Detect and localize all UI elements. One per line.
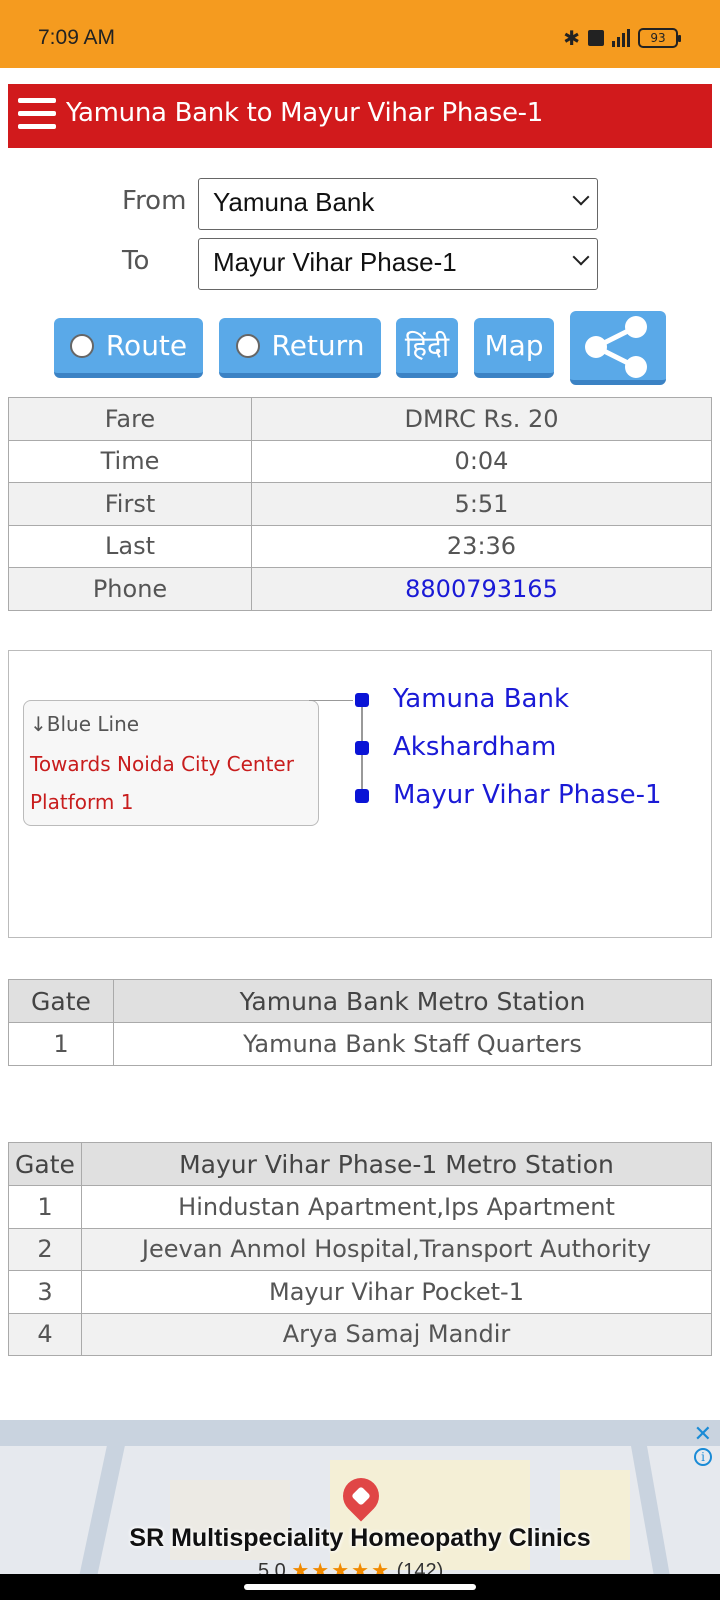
map-button-label: Map xyxy=(484,329,544,362)
gate-number: 2 xyxy=(8,1227,82,1271)
star-rating-icon: ★★★★★ xyxy=(291,1560,392,1574)
destination-gates-table: Gate Mayur Vihar Phase-1 Metro Station 1… xyxy=(8,1142,712,1356)
hindi-button-label: हिंदी xyxy=(404,329,450,363)
system-nav-bar xyxy=(0,1574,720,1600)
home-gesture-handle[interactable] xyxy=(244,1584,476,1590)
ad-banner[interactable]: SR Multispeciality Homeopathy Clinics 5.… xyxy=(0,1420,720,1574)
fare-info-table: Fare DMRC Rs. 20 Time 0:04 First 5:51 La… xyxy=(8,397,712,611)
chevron-down-icon xyxy=(572,188,590,206)
table-header-row: Gate Yamuna Bank Metro Station xyxy=(8,979,712,1023)
map-button[interactable]: Map xyxy=(474,318,554,378)
stop-name[interactable]: Yamuna Bank xyxy=(393,684,569,714)
platform-label: Platform 1 xyxy=(30,790,134,814)
info-label: Time xyxy=(8,439,252,483)
app-bar: Yamuna Bank to Mayur Vihar Phase-1 xyxy=(8,84,712,148)
gate-number: 4 xyxy=(8,1312,82,1356)
return-radio[interactable] xyxy=(235,333,260,358)
station-column-header: Mayur Vihar Phase-1 Metro Station xyxy=(81,1142,712,1186)
close-icon[interactable]: ✕ xyxy=(694,1422,712,1447)
last-train-value: 23:36 xyxy=(251,524,712,568)
from-label: From xyxy=(122,186,187,216)
origin-gates-table: Gate Yamuna Bank Metro Station 1 Yamuna … xyxy=(8,979,712,1066)
status-icons: ✱ 93 xyxy=(563,26,681,50)
stop-marker xyxy=(355,693,369,707)
gate-column-header: Gate xyxy=(8,1142,82,1186)
from-station-value: Yamuna Bank xyxy=(213,187,375,217)
status-time: 7:09 AM xyxy=(38,26,116,49)
table-row: Phone 8800793165 xyxy=(8,567,712,611)
table-row: 3 Mayur Vihar Pocket-1 xyxy=(8,1270,712,1314)
gate-number: 1 xyxy=(8,1022,114,1066)
table-row: 2 Jeevan Anmol Hospital,Transport Author… xyxy=(8,1227,712,1271)
table-row: Last 23:36 xyxy=(8,524,712,568)
gate-number: 3 xyxy=(8,1270,82,1314)
ad-rating-value: 5.0 xyxy=(258,1560,286,1574)
info-icon[interactable]: i xyxy=(694,1448,712,1466)
connector-line xyxy=(309,700,353,701)
table-row: Time 0:04 xyxy=(8,439,712,483)
to-station-value: Mayur Vihar Phase-1 xyxy=(213,247,457,277)
route-button[interactable]: Route xyxy=(54,318,203,378)
gate-number: 1 xyxy=(8,1185,82,1229)
share-button[interactable] xyxy=(570,311,666,385)
stop-name[interactable]: Mayur Vihar Phase-1 xyxy=(393,780,662,810)
stop-name[interactable]: Akshardham xyxy=(393,732,556,762)
table-row: Fare DMRC Rs. 20 xyxy=(8,397,712,441)
gate-landmark: Arya Samaj Mandir xyxy=(81,1312,712,1356)
route-button-label: Route xyxy=(105,329,188,362)
first-train-value: 5:51 xyxy=(251,482,712,526)
table-row: First 5:51 xyxy=(8,482,712,526)
fare-value: DMRC Rs. 20 xyxy=(251,397,712,441)
ad-review-count: (142) xyxy=(396,1560,444,1574)
gate-landmark: Yamuna Bank Staff Quarters xyxy=(113,1022,712,1066)
time-value: 0:04 xyxy=(251,439,712,483)
info-label: Fare xyxy=(8,397,252,441)
route-panel: ↓Blue Line Towards Noida City Center Pla… xyxy=(8,650,712,938)
hindi-button[interactable]: हिंदी xyxy=(396,318,458,378)
ad-rating: 5.0 ★★★★★ (142) xyxy=(258,1558,443,1574)
status-bar: 7:09 AM ✱ 93 xyxy=(0,0,720,68)
table-header-row: Gate Mayur Vihar Phase-1 Metro Station xyxy=(8,1142,712,1186)
bluetooth-icon: ✱ xyxy=(563,26,580,50)
ad-title[interactable]: SR Multispeciality Homeopathy Clinics xyxy=(0,1524,720,1553)
station-column-header: Yamuna Bank Metro Station xyxy=(113,979,712,1023)
return-button-label: Return xyxy=(271,329,365,362)
hamburger-menu-icon[interactable] xyxy=(18,98,56,134)
gate-landmark: Mayur Vihar Pocket-1 xyxy=(81,1270,712,1314)
chevron-down-icon xyxy=(572,248,590,266)
battery-icon: 93 xyxy=(638,28,681,48)
page-title: Yamuna Bank to Mayur Vihar Phase-1 xyxy=(66,98,543,128)
route-radio[interactable] xyxy=(69,333,94,358)
table-row: 1 Yamuna Bank Staff Quarters xyxy=(8,1022,712,1066)
info-label: Last xyxy=(8,524,252,568)
info-label: First xyxy=(8,482,252,526)
volte-icon xyxy=(588,30,604,46)
stop-marker xyxy=(355,741,369,755)
line-info-box: ↓Blue Line Towards Noida City Center Pla… xyxy=(23,700,319,826)
gate-column-header: Gate xyxy=(8,979,114,1023)
info-label: Phone xyxy=(8,567,252,611)
share-icon xyxy=(585,316,647,378)
table-row: 1 Hindustan Apartment,Ips Apartment xyxy=(8,1185,712,1229)
table-row: 4 Arya Samaj Mandir xyxy=(8,1312,712,1356)
to-label: To xyxy=(122,246,150,276)
signal-icon xyxy=(612,29,630,47)
gate-landmark: Jeevan Anmol Hospital,Transport Authorit… xyxy=(81,1227,712,1271)
return-button[interactable]: Return xyxy=(219,318,381,378)
from-station-select[interactable]: Yamuna Bank xyxy=(198,178,598,230)
stop-marker xyxy=(355,789,369,803)
gate-landmark: Hindustan Apartment,Ips Apartment xyxy=(81,1185,712,1229)
to-station-select[interactable]: Mayur Vihar Phase-1 xyxy=(198,238,598,290)
phone-cell: 8800793165 xyxy=(251,567,712,611)
phone-link[interactable]: 8800793165 xyxy=(405,575,558,603)
line-name: ↓Blue Line xyxy=(30,712,140,736)
line-direction: Towards Noida City Center xyxy=(30,752,294,776)
